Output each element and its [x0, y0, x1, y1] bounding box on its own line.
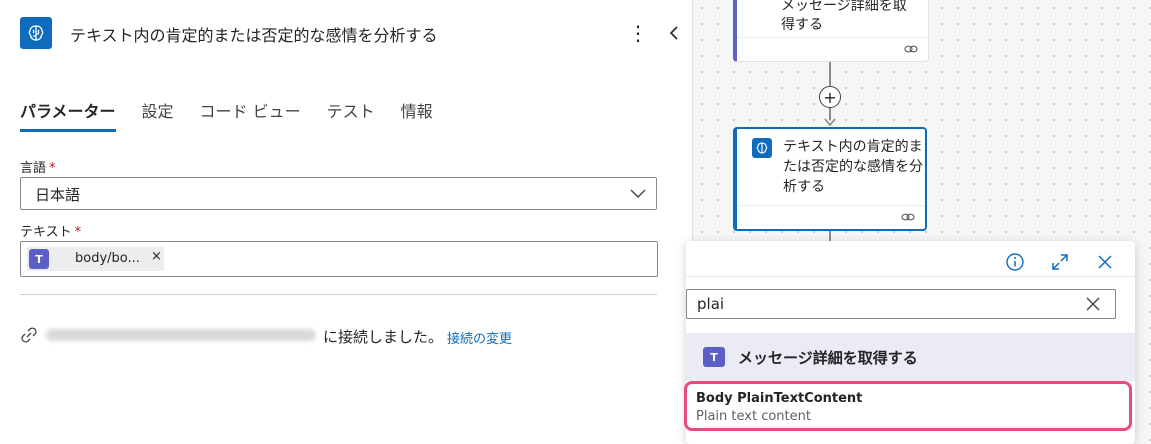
link-icon [21, 327, 37, 343]
card-title: テキスト内の肯定的または否定的な感情を分析する [783, 139, 923, 195]
divider [686, 276, 1135, 277]
arrow-down-icon [824, 118, 836, 126]
connection-status: に接続しました。 [323, 328, 444, 346]
collapse-panel-button[interactable] [664, 20, 684, 46]
result-group-header: T メッセージ詳細を取得する [686, 333, 1135, 381]
language-label-text: 言語 [20, 161, 47, 176]
redacted-account [46, 329, 316, 341]
more-options-button[interactable]: ⋮ [628, 20, 648, 46]
language-label: 言語 * [20, 157, 56, 176]
required-mark: * [49, 161, 56, 176]
chevron-left-icon [669, 26, 678, 40]
chevron-down-icon [630, 189, 646, 198]
close-icon [1098, 255, 1112, 269]
flow-card-sentiment[interactable]: テキスト内の肯定的または否定的な感情を分析する [733, 127, 927, 231]
expand-icon [1052, 254, 1068, 270]
parameters-panel: テキスト内の肯定的または否定的な感情を分析する ⋮ パラメーター 設定 コード … [0, 0, 693, 444]
tab-settings[interactable]: 設定 [142, 94, 174, 132]
token-label: body/bo... [75, 251, 140, 266]
result-item-subtitle: Plain text content [696, 409, 811, 424]
info-button[interactable] [1004, 251, 1026, 273]
close-button[interactable] [1094, 251, 1116, 273]
card-title: メッセージ詳細を取 得する [781, 0, 907, 35]
token-remove-button[interactable]: × [151, 249, 162, 264]
result-item-title: Body PlainTextContent [696, 391, 863, 406]
card-title-line1: メッセージ詳細を取 [781, 0, 907, 14]
add-step-button[interactable]: + [819, 86, 841, 108]
brain-icon [20, 17, 52, 49]
result-group-label: メッセージ詳細を取得する [738, 349, 918, 367]
panel-tabs: パラメーター 設定 コード ビュー テスト 情報 [20, 94, 459, 134]
language-value: 日本語 [35, 186, 81, 204]
connector-line [829, 62, 831, 86]
clear-icon[interactable] [1085, 296, 1101, 312]
card-footer [737, 205, 925, 229]
language-select[interactable]: 日本語 [20, 177, 657, 210]
tab-info[interactable]: 情報 [401, 94, 433, 132]
connection-row: に接続しました。 接続の変更 [20, 325, 660, 347]
tab-test[interactable]: テスト [327, 94, 375, 132]
tab-code-view[interactable]: コード ビュー [200, 94, 301, 132]
link-icon [904, 45, 918, 53]
teams-icon: T [703, 347, 725, 367]
card-title-line2: 得する [781, 17, 823, 33]
panel-title: テキスト内の肯定的または否定的な感情を分析する [70, 26, 438, 45]
change-connection-link[interactable]: 接続の変更 [447, 328, 512, 347]
result-item-body-plaintextcontent[interactable]: Body PlainTextContent Plain text content [684, 381, 1132, 431]
text-input[interactable]: T body/bo... × [20, 241, 658, 277]
text-label-text: テキスト [20, 225, 72, 240]
required-mark: * [74, 225, 82, 240]
search-field[interactable] [686, 289, 1116, 319]
popup-pointer [672, 252, 687, 280]
dynamic-content-popup: Body PlainTextContent Plain text content… [684, 241, 1135, 444]
text-label: テキスト * [20, 221, 81, 240]
panel-header: テキスト内の肯定的または否定的な感情を分析する ⋮ [0, 0, 693, 68]
divider [20, 294, 657, 295]
search-input[interactable] [697, 293, 1057, 315]
flow-card-get-message[interactable]: メッセージ詳細を取 得する [733, 0, 929, 62]
teams-icon: T [29, 249, 49, 269]
link-icon [901, 213, 915, 221]
info-icon [1006, 253, 1024, 271]
expand-button[interactable] [1049, 251, 1071, 273]
tab-parameters[interactable]: パラメーター [20, 94, 116, 132]
card-footer [737, 37, 928, 61]
brain-icon [752, 138, 772, 158]
dynamic-content-token[interactable]: T body/bo... × [27, 247, 164, 271]
